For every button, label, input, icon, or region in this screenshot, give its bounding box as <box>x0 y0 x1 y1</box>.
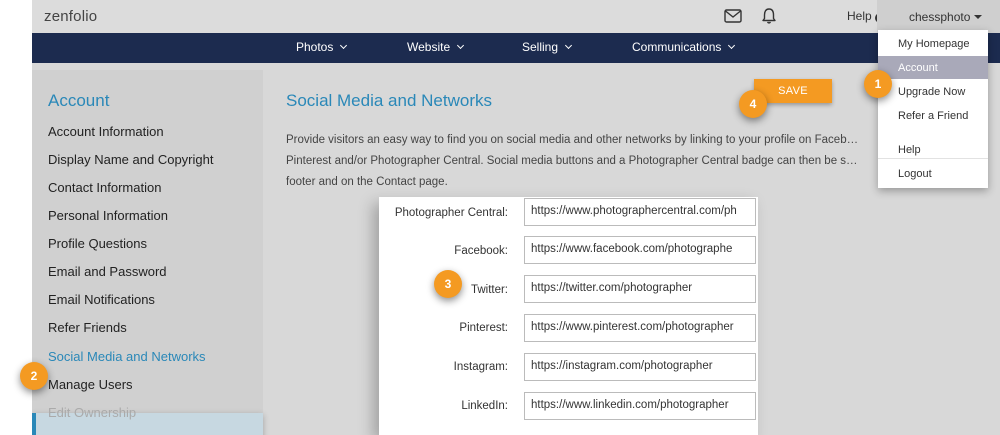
facebook-input[interactable]: https://www.facebook.com/photographe <box>524 236 756 264</box>
bell-icon[interactable] <box>760 7 778 25</box>
chevron-down-icon <box>728 41 736 50</box>
user-menu-toggle[interactable]: chessphoto <box>877 0 1000 33</box>
field-label-facebook: Facebook: <box>454 245 508 257</box>
sidebar-item-edit-ownership[interactable]: Edit Ownership <box>48 405 136 420</box>
chevron-down-icon <box>457 41 465 50</box>
sidebar-item-email-notifications[interactable]: Email Notifications <box>48 292 155 307</box>
main-nav: Photos Website Selling Communications <box>32 33 1000 63</box>
callout-badge-1: 1 <box>864 70 892 98</box>
page-description: Provide visitors an easy way to find you… <box>286 134 859 188</box>
social-links-form: Photographer Central: https://www.photog… <box>379 197 758 435</box>
field-label-pinterest: Pinterest: <box>459 322 508 334</box>
nav-label: Communications <box>632 40 722 54</box>
sidebar-item-manage-users[interactable]: Manage Users <box>48 377 133 392</box>
callout-badge-3: 3 <box>434 270 462 298</box>
active-item-marker <box>32 413 36 435</box>
sidebar-item-contact-information[interactable]: Contact Information <box>48 180 161 195</box>
sidebar-item-display-name[interactable]: Display Name and Copyright <box>48 152 213 167</box>
field-label-twitter: Twitter: <box>470 284 508 296</box>
field-label-instagram: Instagram: <box>453 361 508 373</box>
sidebar-item-social-media[interactable]: Social Media and Networks <box>48 349 206 364</box>
sidebar-item-account-information[interactable]: Account Information <box>48 124 164 139</box>
menu-item-refer-a-friend[interactable]: Refer a Friend <box>878 104 988 127</box>
nav-label: Selling <box>522 40 559 54</box>
mail-icon[interactable] <box>724 9 742 23</box>
chevron-down-icon <box>340 41 348 50</box>
field-label-photographer-central: Photographer Central: <box>394 207 508 219</box>
account-sidebar: Account Account Information Display Name… <box>32 70 263 435</box>
nav-photos[interactable]: Photos <box>296 40 348 54</box>
caret-down-icon <box>974 15 983 19</box>
chevron-down-icon <box>564 41 573 50</box>
nav-selling[interactable]: Selling <box>522 40 573 54</box>
field-label-linkedin: LinkedIn: <box>461 400 508 412</box>
nav-website[interactable]: Website <box>407 40 465 54</box>
nav-label: Photos <box>296 40 334 54</box>
sidebar-item-refer-friends[interactable]: Refer Friends <box>48 320 127 335</box>
page-title: Social Media and Networks <box>286 91 492 110</box>
linkedin-input[interactable]: https://www.linkedin.com/photographer <box>524 392 756 420</box>
callout-badge-4: 4 <box>739 90 767 118</box>
top-bar: zenfolio Help? chessphoto <box>32 0 1000 33</box>
nav-communications[interactable]: Communications <box>632 40 736 54</box>
menu-item-upgrade-now[interactable]: Upgrade Now <box>878 80 988 103</box>
help-label: Help <box>847 9 872 23</box>
user-dropdown-menu: My Homepage Account Upgrade Now Refer a … <box>878 30 988 188</box>
menu-item-logout[interactable]: Logout <box>878 162 988 185</box>
pinterest-input[interactable]: https://www.pinterest.com/photographer <box>524 314 756 342</box>
sidebar-title: Account <box>48 91 110 110</box>
menu-item-my-homepage[interactable]: My Homepage <box>878 32 988 55</box>
sidebar-item-profile-questions[interactable]: Profile Questions <box>48 236 147 251</box>
sidebar-item-personal-information[interactable]: Personal Information <box>48 208 168 223</box>
username-wrap: chessphoto <box>909 10 983 24</box>
sidebar-item-email-password[interactable]: Email and Password <box>48 264 167 279</box>
menu-item-help[interactable]: Help <box>878 138 988 161</box>
zenfolio-logo[interactable]: zenfolio <box>44 8 97 25</box>
photographer-central-input[interactable]: https://www.photographercentral.com/ph <box>524 198 756 226</box>
app-window: zenfolio Help? chessphoto Photos Website… <box>32 0 1000 435</box>
instagram-input[interactable]: https://instagram.com/photographer <box>524 353 756 381</box>
twitter-input[interactable]: https://twitter.com/photographer <box>524 275 756 303</box>
menu-item-account[interactable]: Account <box>878 56 988 79</box>
nav-label: Website <box>407 40 451 54</box>
callout-badge-2: 2 <box>20 362 48 390</box>
username: chessphoto <box>909 10 971 24</box>
